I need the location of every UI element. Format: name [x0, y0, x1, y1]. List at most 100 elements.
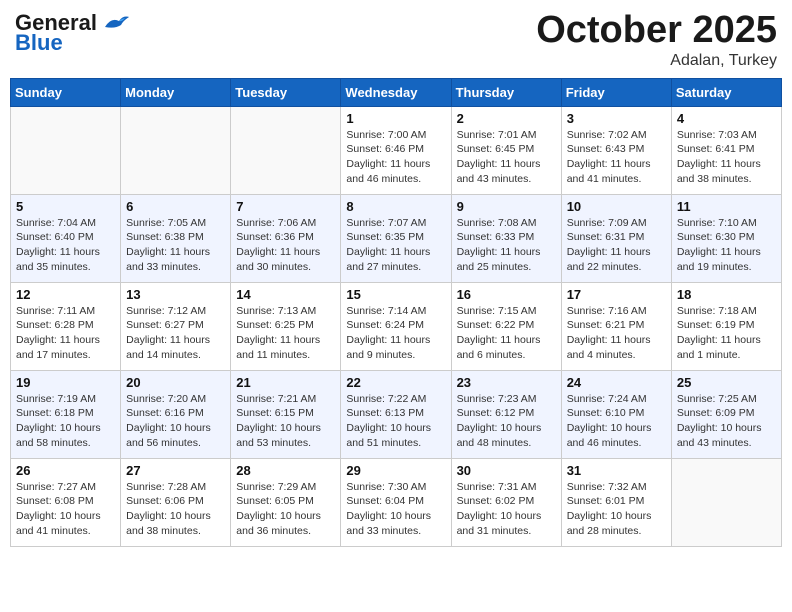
- logo-bird-icon: [101, 13, 129, 33]
- day-number: 24: [567, 375, 666, 390]
- day-number: 5: [16, 199, 115, 214]
- calendar-cell: 9 Sunrise: 7:08 AM Sunset: 6:33 PM Daylig…: [451, 194, 561, 282]
- day-info: Sunrise: 7:29 AM Sunset: 6:05 PM Dayligh…: [236, 480, 335, 539]
- day-info: Sunrise: 7:15 AM Sunset: 6:22 PM Dayligh…: [457, 304, 556, 363]
- day-info: Sunrise: 7:02 AM Sunset: 6:43 PM Dayligh…: [567, 128, 666, 187]
- day-number: 8: [346, 199, 445, 214]
- calendar-cell: 10 Sunrise: 7:09 AM Sunset: 6:31 PM Dayli…: [561, 194, 671, 282]
- calendar-cell: 24 Sunrise: 7:24 AM Sunset: 6:10 PM Dayli…: [561, 370, 671, 458]
- column-header-wednesday: Wednesday: [341, 78, 451, 106]
- calendar-cell: 19 Sunrise: 7:19 AM Sunset: 6:18 PM Dayli…: [11, 370, 121, 458]
- calendar-cell: 3 Sunrise: 7:02 AM Sunset: 6:43 PM Daylig…: [561, 106, 671, 194]
- day-info: Sunrise: 7:04 AM Sunset: 6:40 PM Dayligh…: [16, 216, 115, 275]
- day-number: 3: [567, 111, 666, 126]
- calendar-cell: 25Sunrise: 7:25 AM Sunset: 6:09 PM Dayli…: [671, 370, 781, 458]
- day-number: 22: [346, 375, 445, 390]
- calendar-cell: 2 Sunrise: 7:01 AM Sunset: 6:45 PM Daylig…: [451, 106, 561, 194]
- calendar-cell: 8 Sunrise: 7:07 AM Sunset: 6:35 PM Daylig…: [341, 194, 451, 282]
- calendar-cell: 29 Sunrise: 7:30 AM Sunset: 6:04 PM Dayli…: [341, 458, 451, 546]
- column-header-friday: Friday: [561, 78, 671, 106]
- column-header-tuesday: Tuesday: [231, 78, 341, 106]
- day-info: Sunrise: 7:28 AM Sunset: 6:06 PM Dayligh…: [126, 480, 225, 539]
- day-number: 7: [236, 199, 335, 214]
- calendar-week-row: 19 Sunrise: 7:19 AM Sunset: 6:18 PM Dayli…: [11, 370, 782, 458]
- day-number: 31: [567, 463, 666, 478]
- column-header-thursday: Thursday: [451, 78, 561, 106]
- day-number: 2: [457, 111, 556, 126]
- calendar-cell: 16 Sunrise: 7:15 AM Sunset: 6:22 PM Dayli…: [451, 282, 561, 370]
- day-number: 4: [677, 111, 776, 126]
- day-info: Sunrise: 7:03 AM Sunset: 6:41 PM Dayligh…: [677, 128, 776, 187]
- calendar-week-row: 26 Sunrise: 7:27 AM Sunset: 6:08 PM Dayli…: [11, 458, 782, 546]
- calendar-cell: 14 Sunrise: 7:13 AM Sunset: 6:25 PM Dayli…: [231, 282, 341, 370]
- calendar-cell: 17Sunrise: 7:16 AM Sunset: 6:21 PM Dayli…: [561, 282, 671, 370]
- day-info: Sunrise: 7:10 AM Sunset: 6:30 PM Dayligh…: [677, 216, 776, 275]
- calendar-cell: 6Sunrise: 7:05 AM Sunset: 6:38 PM Daylig…: [121, 194, 231, 282]
- calendar-cell: [11, 106, 121, 194]
- calendar-cell: 23 Sunrise: 7:23 AM Sunset: 6:12 PM Dayli…: [451, 370, 561, 458]
- day-info: Sunrise: 7:07 AM Sunset: 6:35 PM Dayligh…: [346, 216, 445, 275]
- calendar-cell: 13Sunrise: 7:12 AM Sunset: 6:27 PM Dayli…: [121, 282, 231, 370]
- day-number: 20: [126, 375, 225, 390]
- day-info: Sunrise: 7:21 AM Sunset: 6:15 PM Dayligh…: [236, 392, 335, 451]
- day-info: Sunrise: 7:06 AM Sunset: 6:36 PM Dayligh…: [236, 216, 335, 275]
- day-info: Sunrise: 7:13 AM Sunset: 6:25 PM Dayligh…: [236, 304, 335, 363]
- day-number: 21: [236, 375, 335, 390]
- day-number: 29: [346, 463, 445, 478]
- day-number: 10: [567, 199, 666, 214]
- calendar-cell: 30Sunrise: 7:31 AM Sunset: 6:02 PM Dayli…: [451, 458, 561, 546]
- day-info: Sunrise: 7:01 AM Sunset: 6:45 PM Dayligh…: [457, 128, 556, 187]
- day-info: Sunrise: 7:00 AM Sunset: 6:46 PM Dayligh…: [346, 128, 445, 187]
- calendar-cell: 5 Sunrise: 7:04 AM Sunset: 6:40 PM Daylig…: [11, 194, 121, 282]
- calendar-week-row: 12 Sunrise: 7:11 AM Sunset: 6:28 PM Dayli…: [11, 282, 782, 370]
- day-info: Sunrise: 7:32 AM Sunset: 6:01 PM Dayligh…: [567, 480, 666, 539]
- day-info: Sunrise: 7:24 AM Sunset: 6:10 PM Dayligh…: [567, 392, 666, 451]
- calendar-week-row: 5 Sunrise: 7:04 AM Sunset: 6:40 PM Daylig…: [11, 194, 782, 282]
- day-info: Sunrise: 7:19 AM Sunset: 6:18 PM Dayligh…: [16, 392, 115, 451]
- calendar-cell: 15Sunrise: 7:14 AM Sunset: 6:24 PM Dayli…: [341, 282, 451, 370]
- day-info: Sunrise: 7:30 AM Sunset: 6:04 PM Dayligh…: [346, 480, 445, 539]
- day-number: 12: [16, 287, 115, 302]
- calendar-cell: 31 Sunrise: 7:32 AM Sunset: 6:01 PM Dayli…: [561, 458, 671, 546]
- day-number: 17: [567, 287, 666, 302]
- calendar-cell: 11 Sunrise: 7:10 AM Sunset: 6:30 PM Dayli…: [671, 194, 781, 282]
- day-number: 1: [346, 111, 445, 126]
- logo-blue-text: Blue: [15, 30, 63, 56]
- day-number: 27: [126, 463, 225, 478]
- column-header-monday: Monday: [121, 78, 231, 106]
- calendar-cell: 4 Sunrise: 7:03 AM Sunset: 6:41 PM Daylig…: [671, 106, 781, 194]
- calendar-cell: 22 Sunrise: 7:22 AM Sunset: 6:13 PM Dayli…: [341, 370, 451, 458]
- day-info: Sunrise: 7:18 AM Sunset: 6:19 PM Dayligh…: [677, 304, 776, 363]
- day-info: Sunrise: 7:27 AM Sunset: 6:08 PM Dayligh…: [16, 480, 115, 539]
- calendar-table: SundayMondayTuesdayWednesdayThursdayFrid…: [10, 78, 782, 547]
- day-info: Sunrise: 7:05 AM Sunset: 6:38 PM Dayligh…: [126, 216, 225, 275]
- day-info: Sunrise: 7:25 AM Sunset: 6:09 PM Dayligh…: [677, 392, 776, 451]
- calendar-cell: 28Sunrise: 7:29 AM Sunset: 6:05 PM Dayli…: [231, 458, 341, 546]
- day-number: 16: [457, 287, 556, 302]
- day-info: Sunrise: 7:20 AM Sunset: 6:16 PM Dayligh…: [126, 392, 225, 451]
- title-section: October 2025 Adalan, Turkey: [536, 10, 777, 70]
- day-info: Sunrise: 7:08 AM Sunset: 6:33 PM Dayligh…: [457, 216, 556, 275]
- day-info: Sunrise: 7:11 AM Sunset: 6:28 PM Dayligh…: [16, 304, 115, 363]
- day-number: 19: [16, 375, 115, 390]
- calendar-cell: [231, 106, 341, 194]
- calendar-cell: 21 Sunrise: 7:21 AM Sunset: 6:15 PM Dayli…: [231, 370, 341, 458]
- day-number: 11: [677, 199, 776, 214]
- logo: General Blue: [15, 10, 129, 56]
- column-header-saturday: Saturday: [671, 78, 781, 106]
- day-number: 23: [457, 375, 556, 390]
- calendar-cell: [671, 458, 781, 546]
- day-number: 18: [677, 287, 776, 302]
- calendar-cell: 18 Sunrise: 7:18 AM Sunset: 6:19 PM Dayli…: [671, 282, 781, 370]
- day-number: 9: [457, 199, 556, 214]
- calendar-cell: 12 Sunrise: 7:11 AM Sunset: 6:28 PM Dayli…: [11, 282, 121, 370]
- day-number: 26: [16, 463, 115, 478]
- calendar-cell: 1 Sunrise: 7:00 AM Sunset: 6:46 PM Daylig…: [341, 106, 451, 194]
- day-number: 14: [236, 287, 335, 302]
- day-info: Sunrise: 7:12 AM Sunset: 6:27 PM Dayligh…: [126, 304, 225, 363]
- calendar-cell: 27 Sunrise: 7:28 AM Sunset: 6:06 PM Dayli…: [121, 458, 231, 546]
- day-info: Sunrise: 7:23 AM Sunset: 6:12 PM Dayligh…: [457, 392, 556, 451]
- day-info: Sunrise: 7:09 AM Sunset: 6:31 PM Dayligh…: [567, 216, 666, 275]
- day-info: Sunrise: 7:22 AM Sunset: 6:13 PM Dayligh…: [346, 392, 445, 451]
- month-title: October 2025: [536, 10, 777, 52]
